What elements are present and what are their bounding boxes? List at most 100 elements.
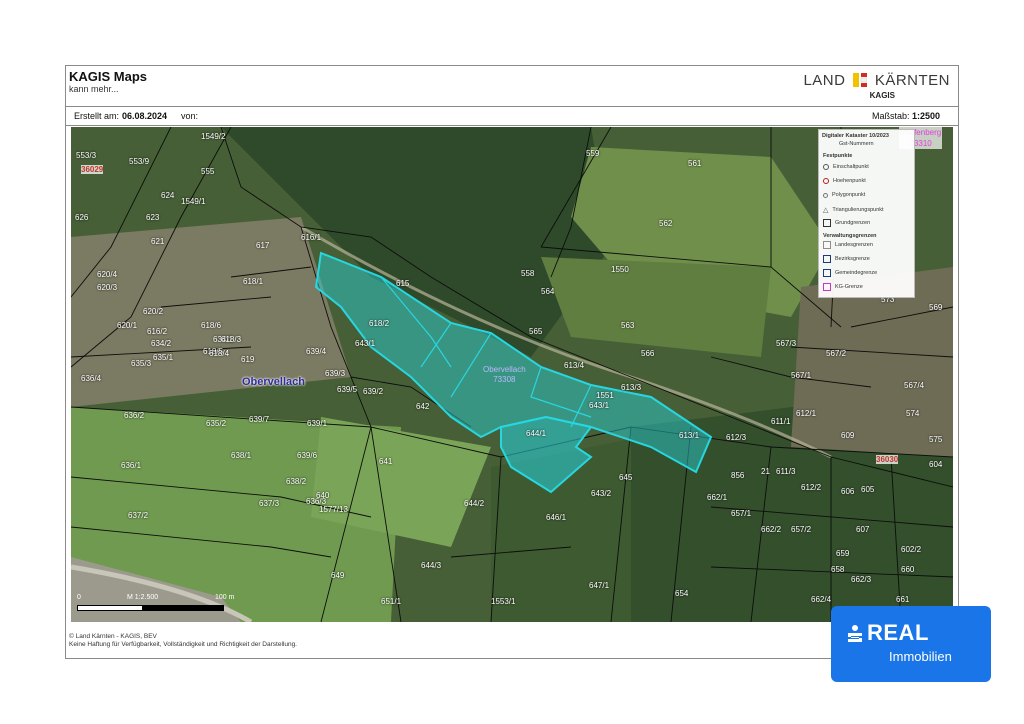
cadastral-map[interactable]: 1549/2 553/3 553/9 559 561 555 36029 624 1549/1 6…: [71, 127, 953, 622]
parcel-label[interactable]: 558: [521, 269, 534, 278]
parcel-label[interactable]: 647/1: [589, 581, 609, 590]
parcel-label[interactable]: 1549/1: [181, 197, 205, 206]
parcel-label[interactable]: 660: [901, 565, 914, 574]
parcel-label[interactable]: 569: [929, 303, 942, 312]
parcel-label[interactable]: 562: [659, 219, 672, 228]
parcel-label[interactable]: 1551: [596, 391, 614, 400]
parcel-label[interactable]: 561: [688, 159, 701, 168]
parcel-label[interactable]: 620/4: [97, 270, 117, 279]
parcel-label[interactable]: 662/2: [761, 525, 781, 534]
parcel-label[interactable]: 637/3: [259, 499, 279, 508]
parcel-label[interactable]: 638/1: [231, 451, 251, 460]
parcel-label[interactable]: 643/1: [355, 339, 375, 348]
parcel-label[interactable]: 649: [331, 571, 344, 580]
parcel-label[interactable]: 662/3: [851, 575, 871, 584]
parcel-label[interactable]: 612/2: [801, 483, 821, 492]
parcel-label[interactable]: 575: [929, 435, 942, 444]
parcel-label[interactable]: 553/9: [129, 157, 149, 166]
parcel-label[interactable]: 605: [861, 485, 874, 494]
parcel-label[interactable]: 618/2: [369, 319, 389, 328]
parcel-label[interactable]: 639/2: [363, 387, 383, 396]
parcel-label[interactable]: 620/1: [117, 321, 137, 330]
parcel-label[interactable]: 1550: [611, 265, 629, 274]
parcel-label[interactable]: 566: [641, 349, 654, 358]
parcel-label[interactable]: 639/4: [306, 347, 326, 356]
parcel-label[interactable]: 639/7: [249, 415, 269, 424]
parcel-label[interactable]: 619: [241, 355, 254, 364]
parcel-label[interactable]: 567/3: [776, 339, 796, 348]
parcel-label[interactable]: 657/1: [731, 509, 751, 518]
parcel-label[interactable]: 602/2: [901, 545, 921, 554]
parcel-label[interactable]: 609: [841, 431, 854, 440]
parcel-label[interactable]: 640: [316, 491, 329, 500]
parcel-label[interactable]: 639/3: [325, 369, 345, 378]
parcel-label[interactable]: 658: [831, 565, 844, 574]
parcel-label[interactable]: 604: [929, 460, 942, 469]
parcel-label[interactable]: 636/2: [124, 411, 144, 420]
parcel-label[interactable]: 643/2: [591, 489, 611, 498]
parcel-label[interactable]: 616/1: [301, 233, 321, 242]
parcel-label[interactable]: 624: [161, 191, 174, 200]
parcel-label[interactable]: 651/1: [381, 597, 401, 606]
parcel-label[interactable]: 623: [146, 213, 159, 222]
parcel-label[interactable]: 613/3: [621, 383, 641, 392]
parcel-label[interactable]: 635/1: [153, 353, 173, 362]
parcel-label[interactable]: 36029: [81, 165, 104, 174]
parcel-label[interactable]: 643/1: [589, 401, 609, 410]
parcel-label[interactable]: 618/3: [221, 335, 241, 344]
s-real-badge[interactable]: REAL Immobilien: [831, 606, 991, 682]
parcel-label[interactable]: 621: [151, 237, 164, 246]
parcel-label[interactable]: 634/2: [151, 339, 171, 348]
parcel-label[interactable]: 615: [396, 279, 409, 288]
parcel-label[interactable]: 662/1: [707, 493, 727, 502]
parcel-label[interactable]: 613/4: [564, 361, 584, 370]
parcel-label[interactable]: 635/3: [131, 359, 151, 368]
parcel-label[interactable]: 611/1: [771, 417, 790, 426]
parcel-label[interactable]: 641: [379, 457, 392, 466]
parcel-label[interactable]: 657/2: [791, 525, 811, 534]
parcel-label[interactable]: 1549/2: [201, 132, 225, 141]
parcel-label[interactable]: 21: [761, 467, 770, 476]
parcel-label[interactable]: 574: [906, 409, 919, 418]
parcel-label[interactable]: 567/1: [791, 371, 811, 380]
parcel-label[interactable]: 646/1: [546, 513, 566, 522]
parcel-label[interactable]: 644/2: [464, 499, 484, 508]
parcel-label[interactable]: 567/4: [904, 381, 924, 390]
parcel-label[interactable]: 645: [619, 473, 632, 482]
parcel-label[interactable]: 639/1: [307, 419, 327, 428]
parcel-label[interactable]: 612/1: [796, 409, 816, 418]
parcel-label[interactable]: 636/1: [121, 461, 141, 470]
parcel-label[interactable]: 612/3: [726, 433, 746, 442]
parcel-label[interactable]: 626: [75, 213, 88, 222]
parcel-label[interactable]: 661: [896, 595, 909, 604]
parcel-label[interactable]: 620/3: [97, 283, 117, 292]
parcel-label[interactable]: 564: [541, 287, 554, 296]
parcel-label[interactable]: 642: [416, 402, 429, 411]
parcel-label[interactable]: 618/4: [209, 349, 229, 358]
parcel-label[interactable]: 644/3: [421, 561, 441, 570]
parcel-label[interactable]: 555: [201, 167, 214, 176]
parcel-label[interactable]: 563: [621, 321, 634, 330]
parcel-label[interactable]: 567/2: [826, 349, 846, 358]
parcel-label[interactable]: 1577/13: [319, 505, 348, 514]
parcel-label[interactable]: 635/2: [206, 419, 226, 428]
parcel-label[interactable]: 639/6: [297, 451, 317, 460]
parcel-label[interactable]: 565: [529, 327, 542, 336]
parcel-label[interactable]: 659: [836, 549, 849, 558]
parcel-label[interactable]: 637/2: [128, 511, 148, 520]
parcel-label[interactable]: 1553/1: [491, 597, 515, 606]
parcel-label[interactable]: 620/2: [143, 307, 163, 316]
parcel-label[interactable]: 644/1: [526, 429, 546, 438]
parcel-label[interactable]: 36030: [876, 455, 899, 464]
parcel-label[interactable]: 639/5: [337, 385, 357, 394]
parcel-label[interactable]: 856: [731, 471, 744, 480]
parcel-label[interactable]: 654: [675, 589, 688, 598]
parcel-label[interactable]: 617: [256, 241, 269, 250]
parcel-label[interactable]: 613/1: [679, 431, 699, 440]
parcel-label[interactable]: 636/4: [81, 374, 101, 383]
parcel-label[interactable]: 618/1: [243, 277, 263, 286]
parcel-label[interactable]: 616/2: [147, 327, 167, 336]
parcel-label[interactable]: 607: [856, 525, 869, 534]
parcel-label[interactable]: 559: [586, 149, 599, 158]
parcel-label[interactable]: 611/3: [776, 467, 795, 476]
